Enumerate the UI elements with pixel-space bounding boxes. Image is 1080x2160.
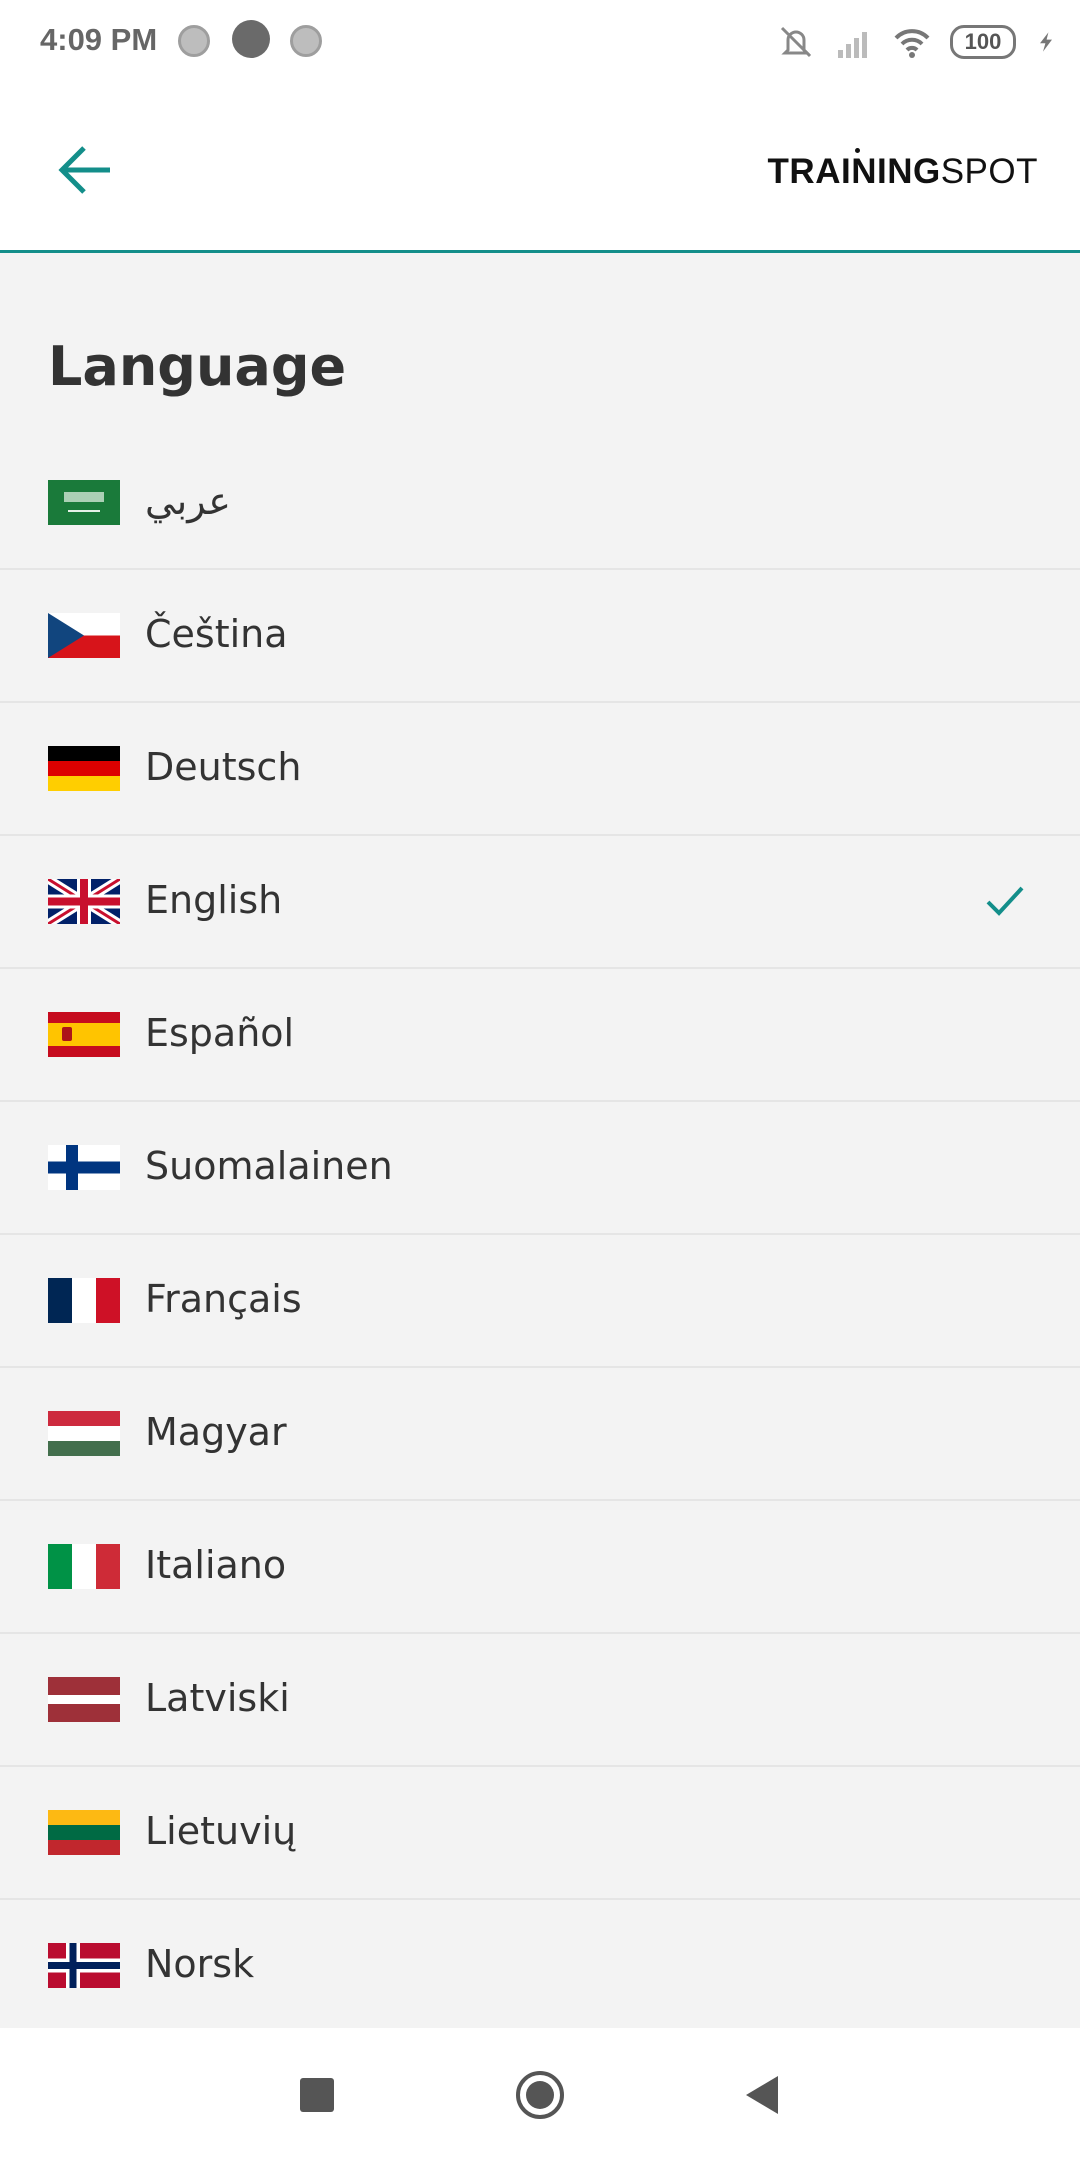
language-label: Čeština: [145, 612, 288, 656]
status-bar: 4:09 PM 100: [0, 0, 1080, 84]
language-list: عربي Čeština Deutsch English Español Suo…: [0, 437, 1080, 2028]
browser-icon: [232, 20, 270, 58]
uk-flag: [48, 879, 120, 924]
logo-part-spot: SPOT: [940, 152, 1038, 191]
language-label: Magyar: [145, 1410, 287, 1454]
language-label: English: [145, 878, 283, 922]
lithuania-flag: [48, 1810, 120, 1855]
germany-flag: [48, 746, 120, 791]
back-arrow-icon[interactable]: [50, 134, 122, 206]
norway-flag: [48, 1943, 120, 1988]
language-label: Français: [145, 1277, 302, 1321]
language-item-hungarian[interactable]: Magyar: [0, 1368, 1080, 1501]
mute-icon: [780, 26, 812, 58]
language-screen: Language عربي Čeština Deutsch English Es…: [0, 253, 1080, 2028]
language-item-french[interactable]: Français: [0, 1235, 1080, 1368]
logo-dot: [854, 148, 860, 153]
media-icon: [290, 25, 322, 57]
language-label: Latviski: [145, 1676, 290, 1720]
media-icon: [178, 25, 210, 57]
language-item-arabic[interactable]: عربي: [0, 437, 1080, 570]
wifi-icon: [894, 29, 930, 58]
language-label: Suomalainen: [145, 1144, 393, 1188]
saudi-arabia-flag: [48, 480, 120, 525]
hungary-flag: [48, 1411, 120, 1456]
logo-part-training: TRAINING: [767, 152, 941, 191]
italy-flag: [48, 1544, 120, 1589]
language-label: Deutsch: [145, 745, 302, 789]
language-item-english[interactable]: English: [0, 836, 1080, 969]
home-icon[interactable]: [515, 2070, 565, 2120]
page-title: Language: [48, 335, 347, 398]
language-item-lithuanian[interactable]: Lietuvių: [0, 1767, 1080, 1900]
checkmark-icon: [986, 886, 1024, 916]
status-time: 4:09 PM: [40, 22, 158, 57]
system-nav-bar: [0, 2028, 1080, 2160]
language-item-finnish[interactable]: Suomalainen: [0, 1102, 1080, 1235]
language-item-latvian[interactable]: Latviski: [0, 1634, 1080, 1767]
language-label: Lietuvių: [145, 1809, 297, 1853]
language-label: Norsk: [145, 1942, 255, 1986]
back-icon[interactable]: [738, 2070, 788, 2120]
app-bar: TRAININGSPOT: [0, 84, 1080, 253]
language-label: Italiano: [145, 1543, 287, 1587]
language-label: Español: [145, 1011, 295, 1055]
language-item-italian[interactable]: Italiano: [0, 1501, 1080, 1634]
signal-icon: [838, 32, 867, 58]
czech-flag: [48, 613, 120, 658]
language-label: عربي: [145, 479, 231, 523]
france-flag: [48, 1278, 120, 1323]
recents-icon[interactable]: [292, 2070, 342, 2120]
trainingspot-logo: TRAININGSPOT: [767, 148, 1038, 202]
spain-flag: [48, 1012, 120, 1057]
finland-flag: [48, 1145, 120, 1190]
language-item-german[interactable]: Deutsch: [0, 703, 1080, 836]
battery-icon: 100: [950, 25, 1016, 59]
latvia-flag: [48, 1677, 120, 1722]
language-item-spanish[interactable]: Español: [0, 969, 1080, 1102]
charging-icon: [1040, 32, 1052, 52]
language-item-norwegian[interactable]: Norsk: [0, 1900, 1080, 2028]
language-item-czech[interactable]: Čeština: [0, 570, 1080, 703]
status-icons: 100: [776, 22, 1058, 62]
